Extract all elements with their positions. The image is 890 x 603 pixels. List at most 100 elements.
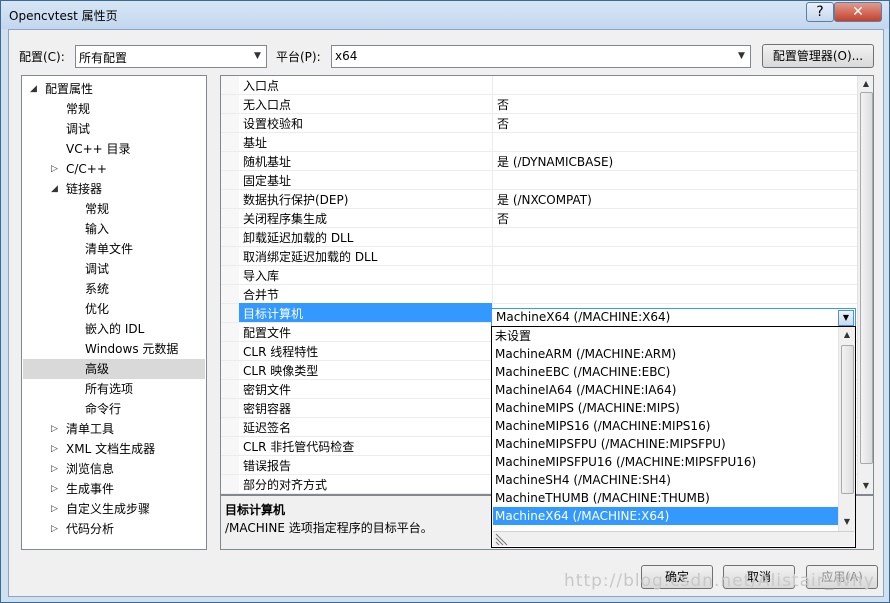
column-divider — [492, 170, 493, 189]
close-icon: ✕ — [852, 4, 864, 20]
platform-select[interactable]: x64 ▼ — [331, 45, 751, 68]
tree-item[interactable]: 系统 — [23, 279, 205, 299]
tree-item[interactable]: 嵌入的 IDL — [23, 319, 205, 339]
tree-item[interactable]: ▷ C/C++ — [23, 159, 205, 179]
description-text: /MACHINE 选项指定程序的目标平台。 — [225, 521, 433, 535]
column-divider — [492, 246, 493, 265]
property-name: 固定基址 — [243, 174, 292, 188]
property-name: 密钥文件 — [243, 383, 292, 397]
category-tree[interactable]: ◢ 配置属性 常规 调试 VC++ 目录 ▷ C/C++ ◢ 链接器 常规 输入 清单文件 调试 系统 优化… — [21, 75, 207, 550]
column-divider — [492, 208, 493, 227]
property-row[interactable]: 随机基址 是 (/DYNAMICBASE) — [221, 151, 857, 171]
tree-item-label: 所有选项 — [85, 382, 134, 396]
tree-item-label: 自定义生成步骤 — [66, 502, 151, 516]
tree-item[interactable]: 清单文件 — [23, 239, 205, 259]
tree-item[interactable]: 常规 — [23, 199, 205, 219]
property-name: 卸载延迟加载的 DLL — [243, 231, 354, 245]
scroll-down-icon: ▼ — [843, 517, 851, 526]
tree-toggle-icon[interactable]: ▷ — [51, 439, 58, 459]
tree-item[interactable]: ◢ 链接器 — [23, 179, 205, 199]
property-row[interactable]: 无入口点 否 — [221, 94, 857, 114]
resize-grip[interactable] — [493, 531, 854, 546]
property-row[interactable]: 关闭程序集生成 否 — [221, 208, 857, 228]
help-button[interactable]: ? — [806, 2, 834, 22]
chevron-down-icon[interactable]: ▼ — [838, 310, 854, 326]
tree-item[interactable]: VC++ 目录 — [23, 139, 205, 159]
property-value[interactable]: 是 (/NXCOMPAT) — [497, 191, 592, 208]
dropdown-option[interactable]: MachineTHUMB (/MACHINE:THUMB) — [493, 489, 838, 507]
tree-item[interactable]: ▷ 清单工具 — [23, 419, 205, 439]
dropdown-option[interactable]: MachineX64 (/MACHINE:X64) — [493, 507, 838, 525]
tree-toggle-icon[interactable]: ▷ — [51, 159, 58, 179]
property-row[interactable]: 基址 — [221, 132, 857, 152]
tree-item[interactable]: 命令行 — [23, 399, 205, 419]
dropdown-option[interactable]: MachineMIPSFPU16 (/MACHINE:MIPSFPU16) — [493, 453, 838, 471]
tree-toggle-icon[interactable]: ▷ — [51, 459, 58, 479]
tree-toggle-icon[interactable]: ◢ — [51, 179, 58, 199]
tree-item[interactable]: ▷ 浏览信息 — [23, 459, 205, 479]
dropdown-option[interactable]: MachineEBC (/MACHINE:EBC) — [493, 363, 838, 381]
property-name: 导入库 — [243, 269, 280, 283]
tree-toggle-icon[interactable]: ◢ — [30, 79, 37, 99]
target-machine-editor[interactable]: MachineX64 (/MACHINE:X64) ▼ — [491, 308, 856, 328]
chevron-down-icon: ▼ — [254, 51, 261, 61]
dropdown-option[interactable]: MachineSH4 (/MACHINE:SH4) — [493, 471, 838, 489]
scroll-up-icon: ▲ — [862, 79, 870, 88]
dropdown-option[interactable]: MachineMIPS (/MACHINE:MIPS) — [493, 399, 838, 417]
tree-item[interactable]: 优化 — [23, 299, 205, 319]
config-select[interactable]: 所有配置 ▼ — [75, 45, 267, 68]
dropdown-option[interactable]: MachineMIPSFPU (/MACHINE:MIPSFPU) — [493, 435, 838, 453]
tree-toggle-icon[interactable]: ▷ — [51, 499, 58, 519]
tree-item-label: 清单工具 — [66, 422, 115, 436]
property-row[interactable]: 取消绑定延迟加载的 DLL — [221, 246, 857, 266]
property-value[interactable]: 否 — [497, 96, 509, 113]
column-divider — [492, 284, 493, 303]
property-row[interactable]: 数据执行保护(DEP) 是 (/NXCOMPAT) — [221, 189, 857, 209]
property-name: 配置文件 — [243, 326, 292, 340]
help-icon: ? — [816, 4, 824, 20]
properties-dialog: Opencvtest 属性页 ? ✕ 配置(C): 所有配置 ▼ 平台(P): … — [0, 0, 890, 603]
property-row[interactable]: 设置校验和 否 — [221, 113, 857, 133]
target-machine-dropdown[interactable]: 未设置 MachineARM (/MACHINE:ARM) MachineEBC (… — [491, 326, 856, 548]
dropdown-option[interactable]: 未设置 — [493, 327, 838, 345]
tree-item[interactable]: 所有选项 — [23, 379, 205, 399]
tree-item[interactable]: 调试 — [23, 259, 205, 279]
dialog-client: 配置(C): 所有配置 ▼ 平台(P): x64 ▼ 配置管理器(O)... ◢… — [8, 29, 884, 597]
tree-toggle-icon[interactable]: ▷ — [51, 519, 58, 539]
tree-item[interactable]: ▷ 自定义生成步骤 — [23, 499, 205, 519]
property-row[interactable]: 固定基址 — [221, 170, 857, 190]
property-row[interactable]: 合并节 — [221, 284, 857, 304]
dropdown-option[interactable]: MachineARM (/MACHINE:ARM) — [493, 345, 838, 363]
tree-item[interactable]: 常规 — [23, 99, 205, 119]
tree-item[interactable]: ▷ 代码分析 — [23, 519, 205, 539]
column-divider — [492, 132, 493, 151]
tree-item[interactable]: ▷ XML 文档生成器 — [23, 439, 205, 459]
tree-item[interactable]: 调试 — [23, 119, 205, 139]
tree-item[interactable]: 输入 — [23, 219, 205, 239]
property-row[interactable]: 导入库 — [221, 265, 857, 285]
property-name: 密钥容器 — [243, 402, 292, 416]
property-name: 合并节 — [243, 288, 280, 302]
property-value[interactable]: 是 (/DYNAMICBASE) — [497, 153, 613, 170]
config-manager-button[interactable]: 配置管理器(O)... — [762, 44, 874, 68]
property-name: 随机基址 — [243, 155, 292, 169]
dropdown-option[interactable]: MachineMIPS16 (/MACHINE:MIPS16) — [493, 417, 838, 435]
dropdown-scrollbar[interactable]: ▲ ▼ — [838, 327, 855, 531]
tree-toggle-icon[interactable]: ▷ — [51, 479, 58, 499]
tree-item[interactable]: ◢ 配置属性 — [23, 79, 205, 99]
tree-item[interactable]: ▷ 生成事件 — [23, 479, 205, 499]
dropdown-option[interactable]: MachineIA64 (/MACHINE:IA64) — [493, 381, 838, 399]
tree-toggle-icon[interactable]: ▷ — [51, 419, 58, 439]
property-row[interactable]: 入口点 — [221, 76, 857, 95]
grid-scrollbar[interactable]: ▲ ▼ — [857, 76, 873, 494]
close-button[interactable]: ✕ — [834, 2, 882, 22]
dropdown-scroll-thumb[interactable] — [841, 345, 854, 494]
property-name: CLR 非托管代码检查 — [243, 440, 355, 454]
grid-scroll-thumb[interactable] — [860, 92, 873, 464]
tree-item[interactable]: 高级 — [23, 359, 205, 379]
property-row[interactable]: 卸载延迟加载的 DLL — [221, 227, 857, 247]
title-bar[interactable]: Opencvtest 属性页 ? ✕ — [1, 1, 889, 29]
tree-item[interactable]: Windows 元数据 — [23, 339, 205, 359]
property-value[interactable]: 否 — [497, 115, 509, 132]
property-value[interactable]: 否 — [497, 210, 509, 227]
